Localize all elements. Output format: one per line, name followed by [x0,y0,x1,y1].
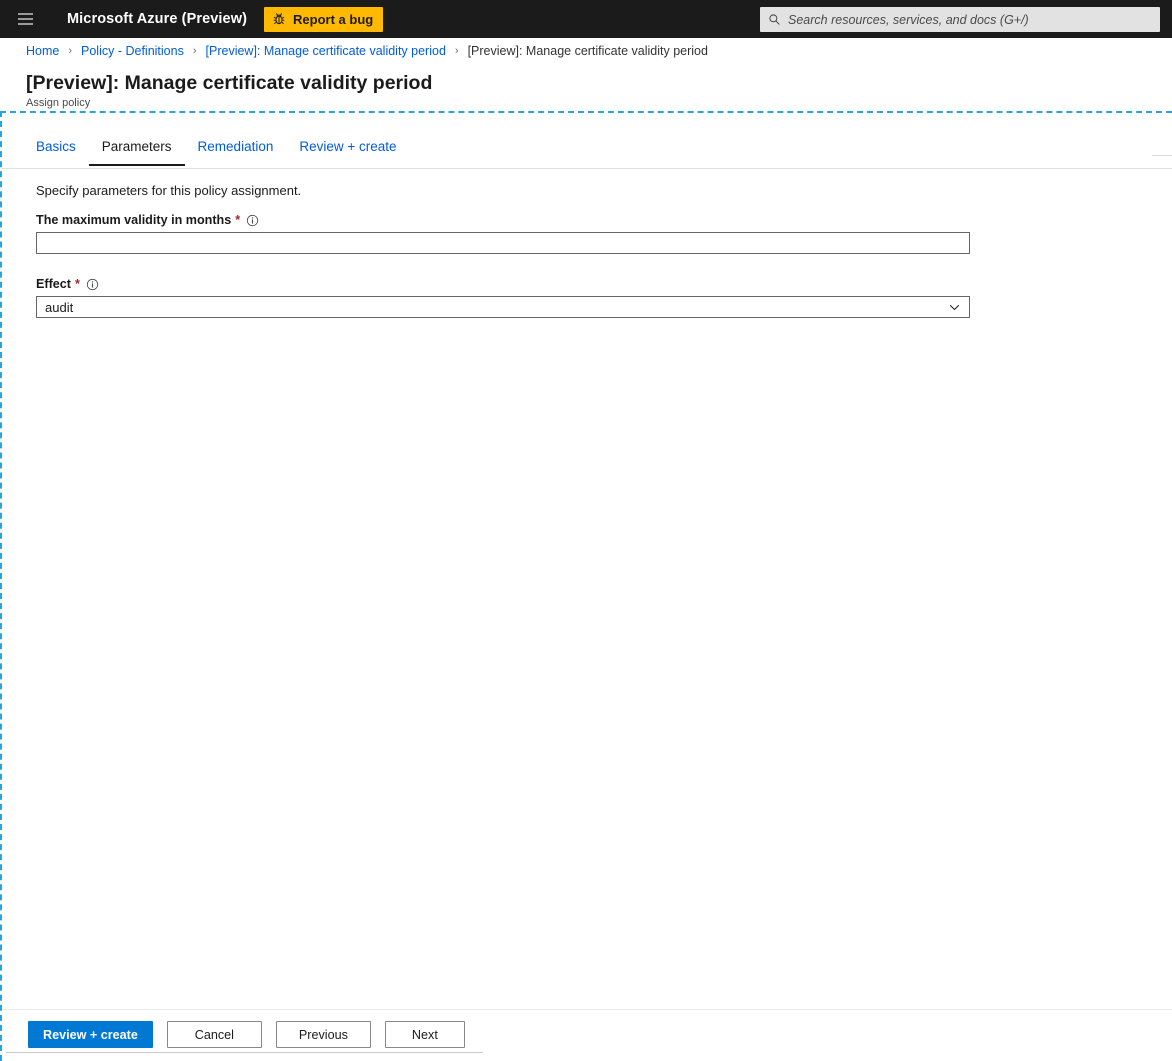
parameters-description: Specify parameters for this policy assig… [36,183,301,198]
bug-icon [272,12,286,26]
page-title: [Preview]: Manage certificate validity p… [26,64,1172,94]
tab-review-create[interactable]: Review + create [286,139,409,166]
field-spacer [36,254,972,277]
breadcrumb-item-policy-definitions[interactable]: Policy - Definitions [81,44,184,58]
field-label-text: The maximum validity in months [36,213,231,227]
parameters-form: The maximum validity in months * Effect … [36,213,972,318]
tab-list: Basics Parameters Remediation Review + c… [36,139,410,166]
info-icon[interactable] [246,214,259,227]
report-a-bug-label: Report a bug [293,12,373,27]
tab-parameters[interactable]: Parameters [89,139,185,166]
breadcrumb-separator-icon: › [193,45,197,57]
wizard-footer: Review + create Cancel Previous Next [28,1021,465,1048]
breadcrumb-item-current: [Preview]: Manage certificate validity p… [468,44,708,58]
field-label-text: Effect [36,277,71,291]
field-effect: Effect * audit [36,277,972,318]
next-button[interactable]: Next [385,1021,465,1048]
breadcrumb-separator-icon: › [455,45,459,57]
previous-button[interactable]: Previous [276,1021,371,1048]
field-label-effect: Effect * [36,277,972,291]
breadcrumb-item-home[interactable]: Home [26,44,59,58]
footer-divider [2,1009,1172,1010]
global-search[interactable] [760,7,1160,32]
tab-remediation[interactable]: Remediation [185,139,287,166]
hamburger-bar [18,18,33,20]
breadcrumb-item-policy-definition[interactable]: [Preview]: Manage certificate validity p… [206,44,446,58]
maximum-validity-input[interactable] [36,232,970,254]
effect-select[interactable]: audit [36,296,970,318]
blade-header: [Preview]: Manage certificate validity p… [0,64,1172,111]
cancel-button[interactable]: Cancel [167,1021,262,1048]
field-label-maximum-validity: The maximum validity in months * [36,213,972,227]
field-maximum-validity: The maximum validity in months * [36,213,972,254]
search-icon [768,13,781,26]
global-header: Microsoft Azure (Preview) Report a bug [0,0,1172,38]
required-marker: * [235,213,240,227]
hamburger-bar [18,23,33,25]
required-marker: * [75,277,80,291]
info-icon[interactable] [86,278,99,291]
effect-select-wrapper: audit [36,296,970,318]
search-input[interactable] [788,8,1148,31]
breadcrumb: Home › Policy - Definitions › [Preview]:… [0,38,1172,64]
brand-title[interactable]: Microsoft Azure (Preview) [67,11,247,27]
hamburger-bar [18,13,33,15]
page-subtitle: Assign policy [26,97,1172,109]
hamburger-icon[interactable] [6,0,44,38]
breadcrumb-separator-icon: › [68,45,72,57]
effect-selected-value: audit [45,300,73,315]
tab-basics[interactable]: Basics [36,139,89,166]
review-create-button[interactable]: Review + create [28,1021,153,1048]
scroll-track-hairline [1152,155,1172,156]
blade-content: Basics Parameters Remediation Review + c… [0,111,1172,1061]
report-a-bug-button[interactable]: Report a bug [264,7,383,32]
tab-divider [2,168,1172,169]
bottom-divider [6,1052,483,1053]
